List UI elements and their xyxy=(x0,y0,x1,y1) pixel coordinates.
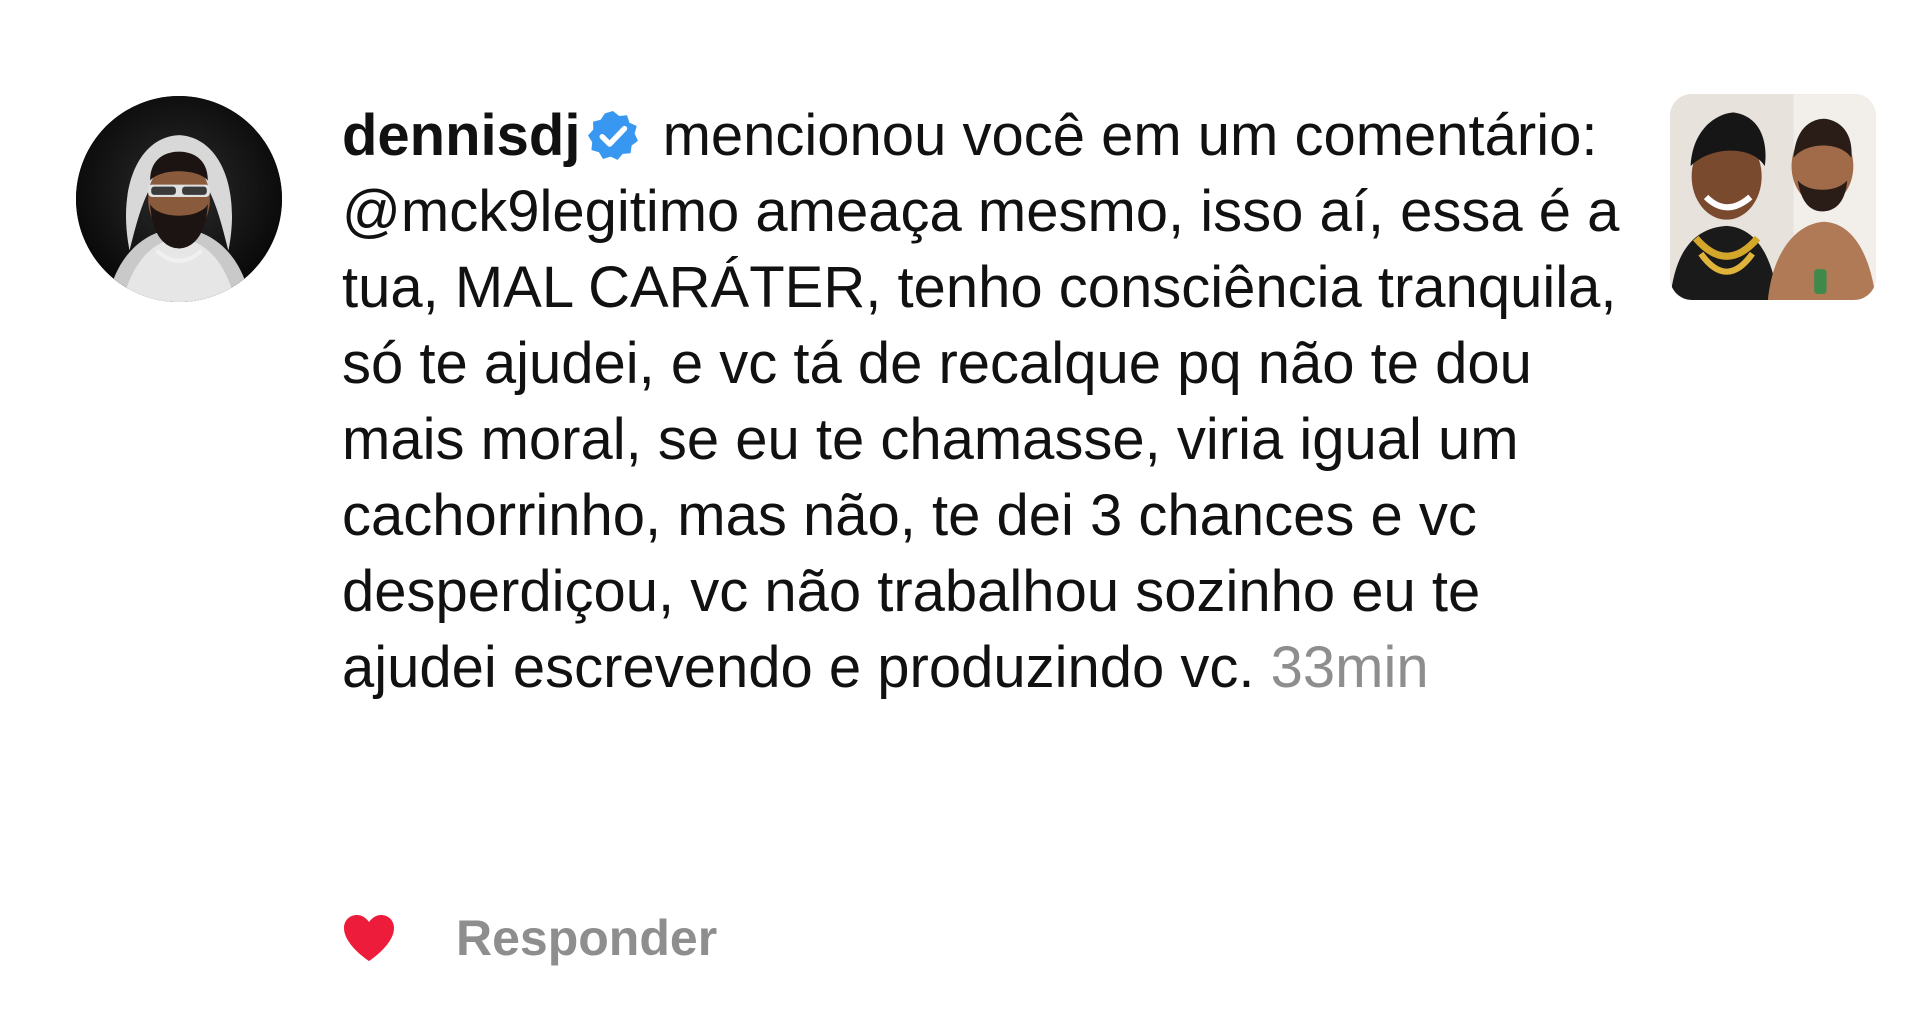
post-thumbnail[interactable] xyxy=(1670,94,1876,300)
comment-text: @mck9legitimo ameaça mesmo, isso aí, ess… xyxy=(342,179,1620,700)
verified-badge-icon xyxy=(588,111,639,160)
action-text: mencionou você em um comentário: xyxy=(646,103,1598,168)
mention-notification[interactable]: dennisdj mencionou você em um comentário… xyxy=(0,0,1920,1021)
username[interactable]: dennisdj xyxy=(342,103,580,168)
post-thumbnail-image xyxy=(1670,94,1876,300)
timestamp: 33min xyxy=(1270,635,1429,700)
profile-avatar[interactable] xyxy=(76,96,282,302)
reply-button[interactable]: Responder xyxy=(456,909,717,967)
profile-avatar-image xyxy=(76,96,282,302)
heart-icon[interactable] xyxy=(342,913,396,963)
notification-message: dennisdj mencionou você em um comentário… xyxy=(342,98,1642,706)
notification-content: dennisdj mencionou você em um comentário… xyxy=(342,98,1642,706)
notification-actions: Responder xyxy=(342,906,717,970)
